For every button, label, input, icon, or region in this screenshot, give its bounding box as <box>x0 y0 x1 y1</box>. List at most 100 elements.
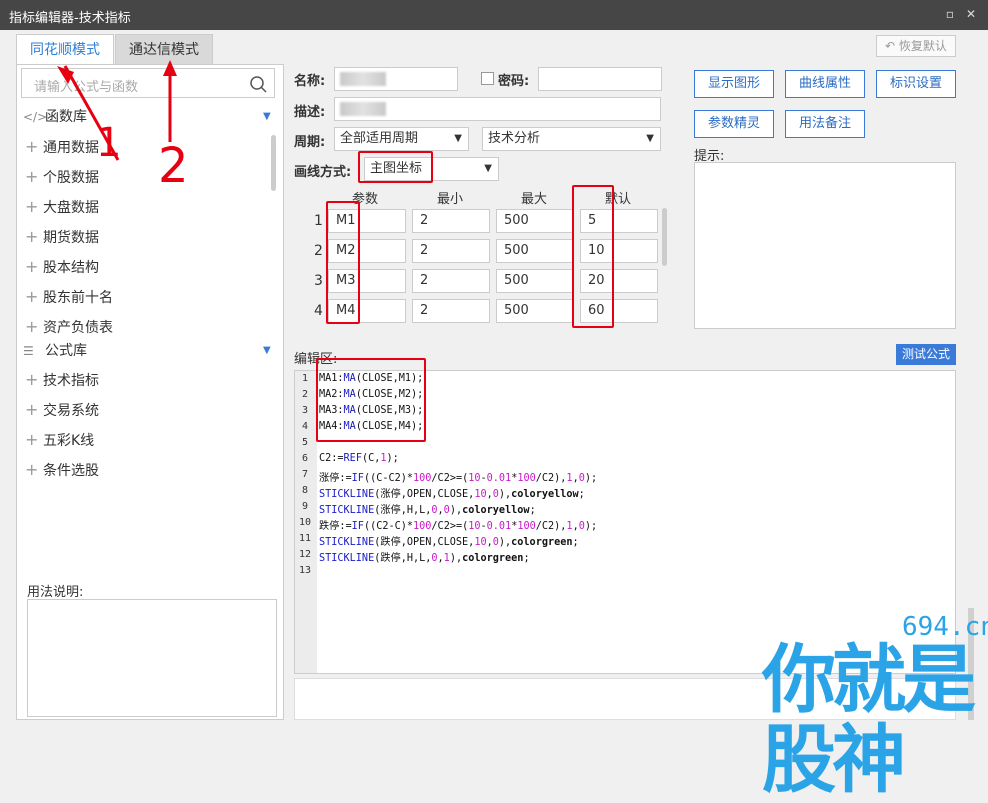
category-value: 技术分析 <box>488 131 541 146</box>
period-label: 周期: <box>294 135 326 150</box>
code-line: STICKLINE(涨停,H,L,0,0),coloryellow; <box>319 505 536 516</box>
param-max-cell[interactable]: 500 <box>496 269 574 293</box>
search-icon[interactable] <box>249 75 267 93</box>
param-min-cell[interactable]: 2 <box>412 269 490 293</box>
line-number: 9 <box>301 501 309 512</box>
row-index: 1 <box>314 213 323 229</box>
chevron-down-icon[interactable]: ▼ <box>263 106 271 128</box>
expand-icon: + <box>25 287 39 306</box>
curve-props-button[interactable]: 曲线属性 <box>785 70 865 98</box>
tree-item-trading-systems[interactable]: + 交易系统 <box>25 399 99 421</box>
annotation-number-2: 2 <box>158 138 189 194</box>
password-input[interactable] <box>538 67 662 91</box>
param-min-cell[interactable]: 2 <box>412 299 490 323</box>
code-line: C2:=REF(C,1); <box>319 453 399 464</box>
dropdown-arrow-icon: ▼ <box>454 133 462 144</box>
hint-box <box>694 162 956 329</box>
expand-icon: + <box>25 257 39 276</box>
param-max-cell[interactable]: 500 <box>496 299 574 323</box>
expand-icon: + <box>25 197 39 216</box>
line-number: 11 <box>298 533 312 544</box>
period-select[interactable]: 全部适用周期 ▼ <box>334 127 469 151</box>
close-icon[interactable]: ✕ <box>963 6 979 22</box>
tree-item-general-data[interactable]: + 通用数据 <box>25 136 99 158</box>
line-number: 8 <box>301 485 309 496</box>
chevron-down-icon[interactable]: ▼ <box>263 340 271 362</box>
line-number: 12 <box>298 549 312 560</box>
search-input[interactable]: 请输入公式与函数 <box>21 68 275 98</box>
window-title: 指标编辑器-技术指标 <box>9 11 131 26</box>
param-min-cell[interactable]: 2 <box>412 209 490 233</box>
param-max-cell[interactable]: 500 <box>496 239 574 263</box>
tree-item-label: 条件选股 <box>43 463 99 479</box>
param-max-cell[interactable]: 500 <box>496 209 574 233</box>
highlight-param-names <box>326 201 360 324</box>
expand-icon: + <box>25 430 39 449</box>
line-number: 5 <box>301 437 309 448</box>
watermark-slogan: 你就是股神 <box>762 637 976 803</box>
tree-item-share-structure[interactable]: + 股本结构 <box>25 256 99 278</box>
highlight-default-values <box>572 185 614 328</box>
tree-item-colored-kline[interactable]: + 五彩K线 <box>25 429 94 451</box>
category-select[interactable]: 技术分析 ▼ <box>482 127 661 151</box>
tree-item-top-holders[interactable]: + 股东前十名 <box>25 286 113 308</box>
line-number: 2 <box>301 389 309 400</box>
tree-item-stock-screening[interactable]: + 条件选股 <box>25 459 99 481</box>
list-icon: ☰ <box>23 344 34 358</box>
code-line: STICKLINE(跌停,H,L,0,1),colorgreen; <box>319 553 530 564</box>
tree-item-label: 大盘数据 <box>43 200 99 216</box>
line-number: 7 <box>301 469 309 480</box>
usage-notes-button[interactable]: 用法备注 <box>785 110 865 138</box>
left-panel: 请输入公式与函数 </>函数库 ▼ + 通用数据 + 个股数据 + 大盘数据 + 期货数… <box>16 64 284 720</box>
param-scrollbar[interactable] <box>662 208 667 266</box>
func-lib-label: 函数库 <box>45 109 87 125</box>
tree-item-label: 期货数据 <box>43 230 99 246</box>
maximize-icon[interactable]: ▫ <box>942 6 958 22</box>
test-formula-button[interactable]: 测试公式 <box>896 344 956 365</box>
dropdown-arrow-icon: ▼ <box>484 163 492 174</box>
formula-lib-label: 公式库 <box>45 343 87 359</box>
annotation-number-1: 1 <box>96 120 122 166</box>
line-number: 3 <box>301 405 309 416</box>
tree-item-futures-data[interactable]: + 期货数据 <box>25 226 99 248</box>
period-value: 全部适用周期 <box>340 131 419 146</box>
show-graph-button[interactable]: 显示图形 <box>694 70 774 98</box>
tree-item-balance-sheet[interactable]: + 资产负债表 <box>25 316 113 338</box>
usage-label: 用法说明: <box>27 585 84 600</box>
line-number: 13 <box>298 565 312 576</box>
tree-item-label: 技术指标 <box>43 373 99 389</box>
min-header: 最小 <box>437 192 464 207</box>
code-icon: </> <box>23 110 48 124</box>
param-wizard-button[interactable]: 参数精灵 <box>694 110 774 138</box>
highlight-ma-lines <box>316 358 426 442</box>
tab-tdx-mode[interactable]: 通达信模式 <box>115 34 213 64</box>
left-scrollbar[interactable] <box>271 135 276 191</box>
line-number: 10 <box>298 517 312 528</box>
line-number: 4 <box>301 421 309 432</box>
row-index: 4 <box>314 303 323 319</box>
tree-item-market-data[interactable]: + 大盘数据 <box>25 196 99 218</box>
marker-settings-button[interactable]: 标识设置 <box>876 70 956 98</box>
password-checkbox[interactable] <box>481 72 494 85</box>
tree-item-tech-indicators[interactable]: + 技术指标 <box>25 369 99 391</box>
tree-item-label: 资产负债表 <box>43 320 113 336</box>
expand-icon: + <box>25 317 39 336</box>
desc-label: 描述: <box>294 105 326 120</box>
param-min-cell[interactable]: 2 <box>412 239 490 263</box>
usage-textarea[interactable] <box>27 599 277 717</box>
func-lib-header[interactable]: </>函数库 ▼ <box>23 106 277 128</box>
restore-default-button[interactable]: ↶ 恢复默认 <box>876 35 956 57</box>
tree-item-label: 股本结构 <box>43 260 99 276</box>
line-number: 6 <box>301 453 309 464</box>
restore-default-label: 恢复默认 <box>898 39 947 53</box>
tree-item-label: 通用数据 <box>43 140 99 156</box>
expand-icon: + <box>25 167 39 186</box>
line-number: 1 <box>301 373 309 384</box>
dropdown-arrow-icon: ▼ <box>646 133 654 144</box>
tab-ths-mode[interactable]: 同花顺模式 <box>16 34 114 65</box>
code-line: STICKLINE(跌停,OPEN,CLOSE,10,0),colorgreen… <box>319 537 579 548</box>
formula-lib-header[interactable]: ☰ 公式库 ▼ <box>23 340 277 362</box>
password-label: 密码: <box>498 74 530 89</box>
tree-item-label: 股东前十名 <box>43 290 113 306</box>
tree-item-stock-data[interactable]: + 个股数据 <box>25 166 99 188</box>
